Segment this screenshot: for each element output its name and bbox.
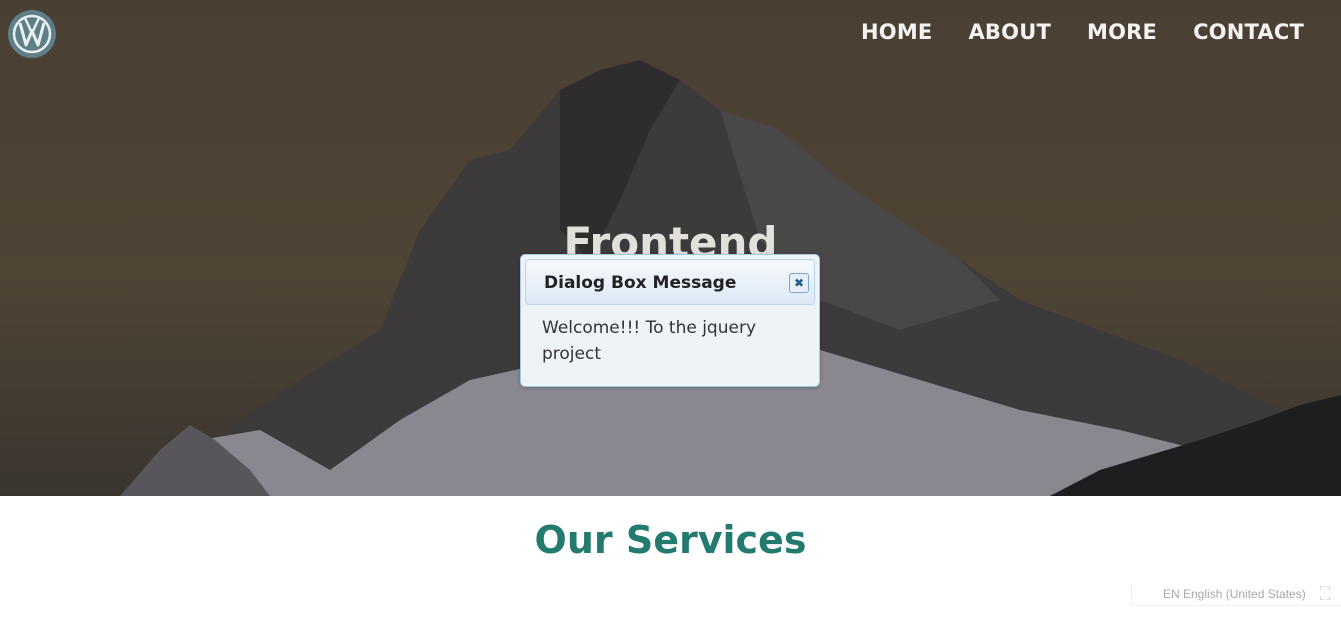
dialog-box: Dialog Box Message ✖ Welcome!!! To the j… [520,254,820,387]
language-label: EN English (United States) [1163,587,1306,601]
nav-about-link[interactable]: ABOUT [968,20,1051,44]
services-heading: Our Services [534,518,807,562]
nav-contact-link[interactable]: CONTACT [1193,20,1304,44]
dialog-message: Welcome!!! To the jquery project [542,318,757,364]
nav-home-link[interactable]: HOME [861,20,932,44]
vw-logo-icon[interactable] [7,9,57,59]
fullscreen-icon[interactable] [1320,586,1330,600]
nav-more-link[interactable]: MORE [1087,20,1157,44]
close-icon[interactable]: ✖ [789,273,809,293]
main-nav: HOME ABOUT MORE CONTACT [861,20,1304,44]
dialog-title: Dialog Box Message [544,273,737,293]
language-bar[interactable]: EN English (United States) [1131,584,1341,606]
hero-banner: HOME ABOUT MORE CONTACT Frontend [0,0,1341,496]
dialog-titlebar[interactable]: Dialog Box Message ✖ [525,259,815,305]
